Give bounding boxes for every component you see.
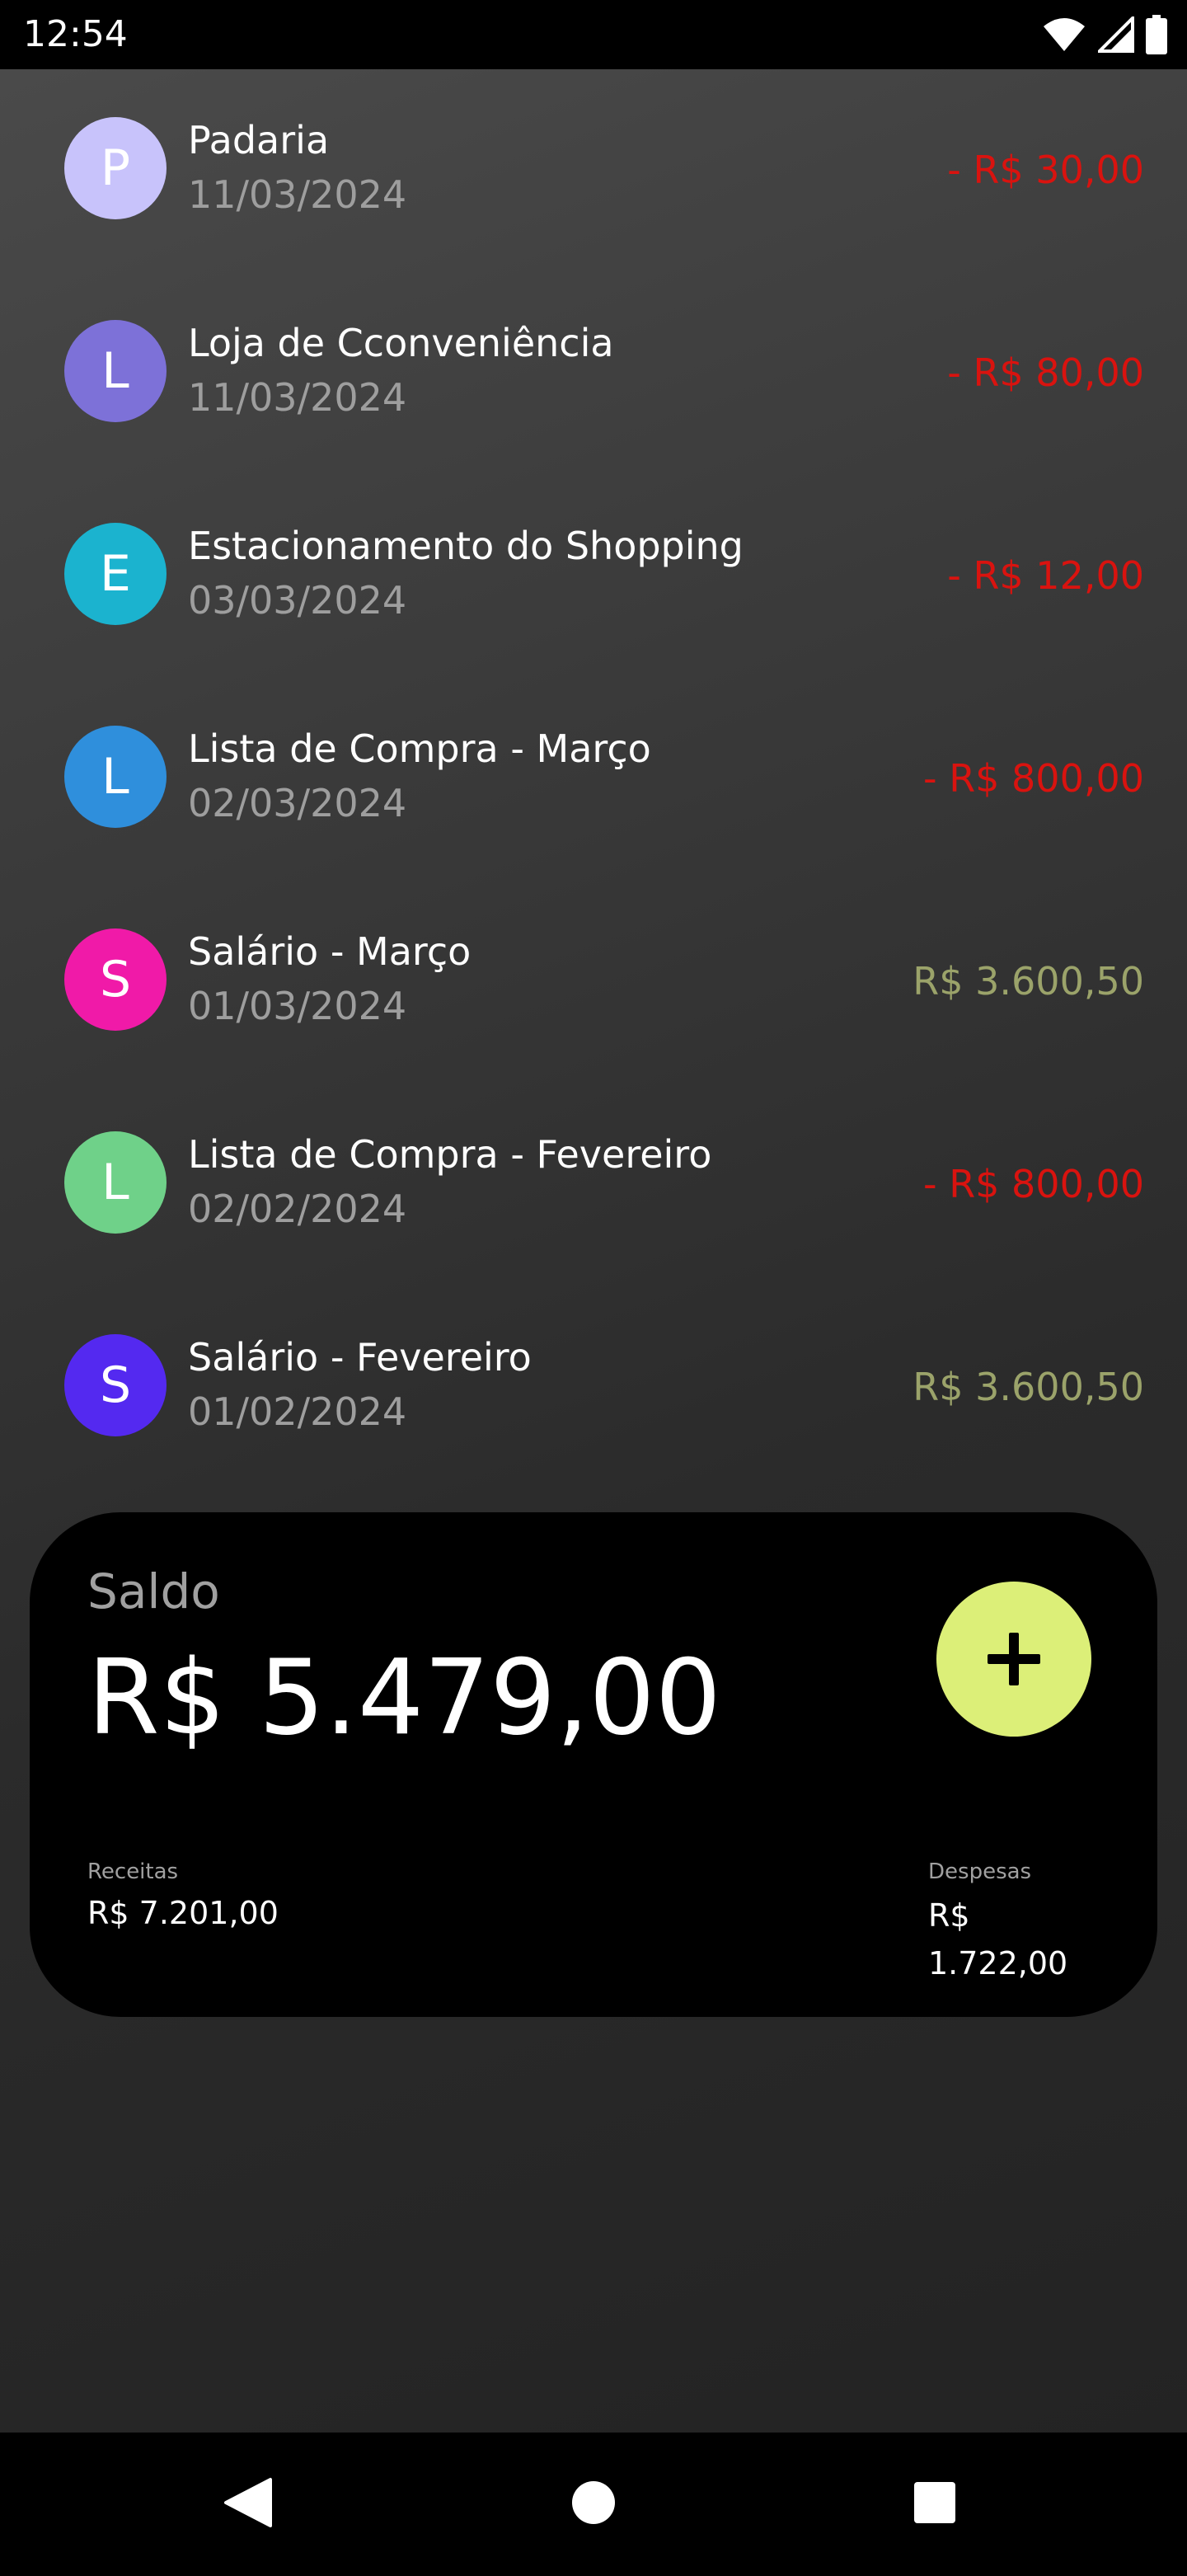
balance-card: Saldo R$ 5.479,00 Receitas R$ 7.201,00 D…	[30, 1512, 1157, 2017]
add-transaction-button[interactable]	[936, 1582, 1091, 1737]
recents-icon	[914, 2482, 955, 2523]
home-icon	[572, 2481, 615, 2524]
transaction-row[interactable]: L Lista de Compra - Março 02/03/2024 - R$ 8…	[0, 678, 1187, 843]
transaction-date: 02/03/2024	[188, 781, 407, 825]
transaction-amount: - R$ 30,00	[947, 148, 1144, 192]
expenses-label: Despesas	[928, 1859, 1032, 1884]
recents-button[interactable]	[852, 2433, 1017, 2573]
transaction-row[interactable]: P Padaria 11/03/2024 - R$ 30,00	[0, 69, 1187, 234]
transaction-avatar: P	[64, 117, 167, 219]
transaction-amount: - R$ 800,00	[922, 756, 1144, 801]
transaction-amount: R$ 3.600,50	[913, 959, 1144, 1004]
transaction-row[interactable]: L Loja de Cconveniência 11/03/2024 - R$ 80,…	[0, 272, 1187, 437]
transaction-amount: - R$ 80,00	[947, 350, 1144, 395]
income-value: R$ 7.201,00	[87, 1895, 279, 1931]
wifi-icon	[1044, 18, 1085, 51]
app-screen: P Padaria 11/03/2024 - R$ 30,00 L Loja de Cco…	[0, 69, 1187, 2433]
transaction-name: Salário - Março	[188, 929, 472, 974]
transaction-row[interactable]: S Salário - Fevereiro 01/02/2024 R$ 3.600,5…	[0, 1286, 1187, 1451]
transaction-avatar: S	[64, 1334, 167, 1436]
status-bar: 12:54	[0, 0, 1187, 69]
expenses-value: R$ 1.722,00	[928, 1897, 1068, 1981]
transaction-date: 02/02/2024	[188, 1187, 407, 1231]
transaction-name: Salário - Fevereiro	[188, 1335, 532, 1380]
transaction-name: Loja de Cconveniência	[188, 321, 614, 365]
transaction-amount: - R$ 800,00	[922, 1162, 1144, 1206]
transaction-date: 11/03/2024	[188, 172, 407, 217]
transaction-name: Lista de Compra - Fevereiro	[188, 1132, 712, 1177]
back-button[interactable]	[165, 2433, 330, 2573]
transaction-avatar: E	[64, 523, 167, 625]
transaction-name: Lista de Compra - Março	[188, 726, 651, 771]
transaction-row[interactable]: E Estacionamento do Shopping 03/03/2024 - R…	[0, 475, 1187, 640]
transaction-date: 03/03/2024	[188, 578, 407, 623]
transaction-row[interactable]: L Lista de Compra - Fevereiro 02/02/2024 - …	[0, 1084, 1187, 1248]
back-icon	[224, 2478, 272, 2527]
transaction-name: Padaria	[188, 118, 330, 162]
status-time: 12:54	[23, 13, 128, 55]
transaction-date: 01/02/2024	[188, 1389, 407, 1434]
battery-icon	[1146, 15, 1167, 54]
balance-label: Saldo	[87, 1563, 220, 1619]
status-icons	[1042, 13, 1167, 56]
income-label: Receitas	[87, 1859, 179, 1884]
transaction-avatar: L	[64, 1131, 167, 1234]
transaction-row[interactable]: S Salário - Março 01/03/2024 R$ 3.600,50	[0, 881, 1187, 1046]
transaction-date: 01/03/2024	[188, 984, 407, 1028]
transaction-name: Estacionamento do Shopping	[188, 524, 744, 568]
transaction-avatar: L	[64, 320, 167, 422]
transaction-date: 11/03/2024	[188, 375, 407, 420]
transaction-avatar: S	[64, 928, 167, 1031]
transaction-avatar: L	[64, 726, 167, 828]
navigation-bar	[0, 2433, 1187, 2573]
signal-icon	[1098, 16, 1134, 53]
plus-icon	[988, 1633, 1040, 1685]
transaction-amount: R$ 3.600,50	[913, 1365, 1144, 1409]
balance-value: R$ 5.479,00	[87, 1637, 721, 1758]
transaction-amount: - R$ 12,00	[947, 553, 1144, 598]
home-button[interactable]	[511, 2433, 676, 2573]
